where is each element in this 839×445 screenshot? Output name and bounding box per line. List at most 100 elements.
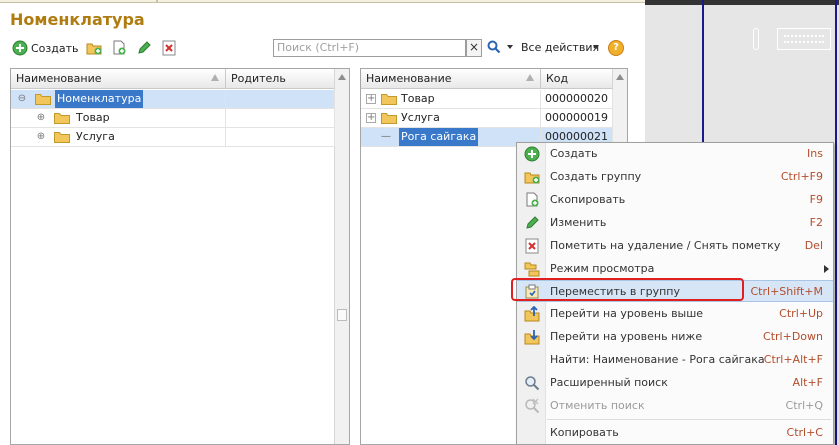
- menu-item-shortcut: Ctrl+F9: [780, 170, 823, 183]
- menu-item-label: Отменить поиск: [550, 399, 645, 412]
- folder-icon: [54, 113, 70, 124]
- menu-item-mark-delete[interactable]: Пометить на удаление / Снять пометку Del: [517, 235, 833, 257]
- menu-item-label: Перейти на уровень выше: [550, 307, 704, 320]
- menu-item-shortcut: F9: [809, 193, 823, 206]
- menu-item-label: Создать группу: [550, 170, 642, 183]
- scroll-grip[interactable]: [337, 309, 347, 321]
- collapse-icon[interactable]: ⊖: [17, 94, 27, 104]
- expand-icon[interactable]: +: [366, 113, 376, 123]
- menu-item-shortcut: Ctrl+C: [786, 426, 823, 439]
- copy-icon[interactable]: [111, 40, 127, 56]
- background-pill-shape: [753, 28, 759, 50]
- menu-item-label: Создать: [550, 147, 598, 160]
- item-dash-icon: —: [381, 131, 391, 142]
- list-item-label: Рога сайгака: [399, 128, 479, 146]
- menu-item-find[interactable]: Найти: Наименование - Рога сайгака Ctrl+…: [517, 349, 833, 371]
- folder-icon: [381, 113, 397, 124]
- menu-item-label: Режим просмотра: [550, 262, 655, 275]
- create-icon: [12, 40, 28, 56]
- menu-item-shortcut: Ctrl+Up: [779, 307, 823, 320]
- edit-icon: [526, 216, 539, 229]
- scroll-up-icon[interactable]: [338, 74, 346, 80]
- create-group-icon: [524, 172, 540, 184]
- list-item[interactable]: + Услуга 000000019: [361, 109, 613, 128]
- background-chip-shape: [777, 28, 831, 50]
- tree-row[interactable]: ⊖ Номенклатура: [11, 90, 335, 109]
- copy-icon: [526, 192, 539, 207]
- column-header-label: Код: [546, 72, 569, 85]
- folder-icon: [54, 132, 70, 143]
- list-item-code: 000000019: [541, 109, 613, 128]
- menu-item-shortcut: Ins: [807, 147, 823, 160]
- menu-item-level-up[interactable]: Перейти на уровень выше Ctrl+Up: [517, 303, 833, 325]
- menu-item-level-down[interactable]: Перейти на уровень ниже Ctrl+Down: [517, 326, 833, 348]
- search-dropdown-arrow[interactable]: [507, 45, 513, 49]
- expand-icon[interactable]: ⊕: [36, 132, 46, 142]
- page-title: Номенклатура: [10, 10, 145, 29]
- menu-item-label: Копировать: [550, 426, 619, 439]
- folder-icon: [35, 94, 51, 105]
- column-header-name[interactable]: Наименование: [361, 69, 541, 89]
- background-line: [835, 0, 837, 445]
- menu-item-shortcut: F2: [809, 216, 823, 229]
- create-button-label: Создать: [31, 41, 79, 55]
- all-actions-button[interactable]: Все действия: [521, 41, 599, 54]
- tree-row-parent: [226, 90, 335, 109]
- expand-icon[interactable]: ⊕: [36, 113, 46, 123]
- edit-icon[interactable]: [136, 40, 152, 56]
- menu-item-shortcut: Ctrl+Shift+M: [750, 285, 824, 298]
- view-mode-icon: [524, 262, 540, 277]
- top-tab-strip: [0, 0, 645, 3]
- menu-item-create[interactable]: Создать Ins: [517, 143, 833, 165]
- list-item[interactable]: + Товар 000000020: [361, 90, 613, 109]
- menu-item-shortcut: Del: [804, 239, 823, 252]
- menu-item-shortcut: Ctrl+Alt+F: [763, 353, 823, 366]
- menu-item-label: Перейти на уровень ниже: [550, 330, 703, 343]
- all-actions-dropdown-arrow[interactable]: [593, 45, 599, 49]
- tree-row-label: Номенклатура: [55, 90, 144, 108]
- help-icon[interactable]: ?: [608, 40, 624, 56]
- menu-item-shortcut: Ctrl+Down: [763, 330, 823, 343]
- expand-icon[interactable]: +: [366, 94, 376, 104]
- menu-item-edit[interactable]: Изменить F2: [517, 212, 833, 234]
- menu-item-view-mode[interactable]: Режим просмотра: [517, 258, 833, 280]
- column-header-code[interactable]: Код: [541, 69, 613, 89]
- folder-icon: [381, 94, 397, 105]
- search-clear-button[interactable]: ×: [466, 39, 482, 57]
- menu-item-label: Пометить на удаление / Снять пометку: [550, 239, 781, 252]
- menu-item-label: Найти: Наименование - Рога сайгака: [550, 353, 765, 366]
- column-header-label: Родитель: [231, 72, 286, 85]
- groups-tree[interactable]: Наименование Родитель ⊖ Номенклатура ⊕ Т…: [10, 68, 350, 445]
- menu-item-copy-clipboard[interactable]: Копировать Ctrl+C: [517, 422, 833, 444]
- menu-separator: [547, 419, 831, 420]
- sort-icon: [526, 74, 534, 81]
- delete-mark-icon[interactable]: [161, 40, 177, 56]
- tree-row-parent: [226, 128, 335, 147]
- background-top-bar: [645, 0, 839, 5]
- vertical-scrollbar[interactable]: [334, 69, 349, 444]
- tree-row[interactable]: ⊕ Товар: [11, 109, 335, 128]
- sort-icon: [211, 74, 219, 81]
- tree-row[interactable]: ⊕ Услуга: [11, 128, 335, 147]
- create-button[interactable]: Создать: [12, 38, 79, 58]
- search-icon[interactable]: [487, 40, 501, 54]
- menu-item-shortcut: Alt+F: [792, 376, 823, 389]
- create-icon: [524, 146, 540, 162]
- column-header-name[interactable]: Наименование: [11, 69, 226, 89]
- column-header-parent[interactable]: Родитель: [226, 69, 335, 89]
- menu-item-shortcut: Ctrl+Q: [785, 399, 823, 412]
- advanced-search-icon: [525, 376, 540, 391]
- list-item-label: Товар: [401, 92, 435, 105]
- create-group-icon[interactable]: [86, 40, 102, 56]
- menu-item-advanced-search[interactable]: Расширенный поиск Alt+F: [517, 372, 833, 394]
- tree-row-label: Услуга: [76, 130, 115, 143]
- search-input[interactable]: Поиск (Ctrl+F): [273, 39, 466, 57]
- tab-separator: [156, 0, 158, 3]
- column-header-label: Наименование: [366, 72, 452, 85]
- scroll-up-icon[interactable]: [616, 74, 624, 80]
- menu-item-copy[interactable]: Скопировать F9: [517, 189, 833, 211]
- list-item-code: 000000020: [541, 90, 613, 109]
- menu-item-label: Расширенный поиск: [550, 376, 668, 389]
- menu-item-create-group[interactable]: Создать группу Ctrl+F9: [517, 166, 833, 188]
- list-item-label: Услуга: [401, 111, 440, 124]
